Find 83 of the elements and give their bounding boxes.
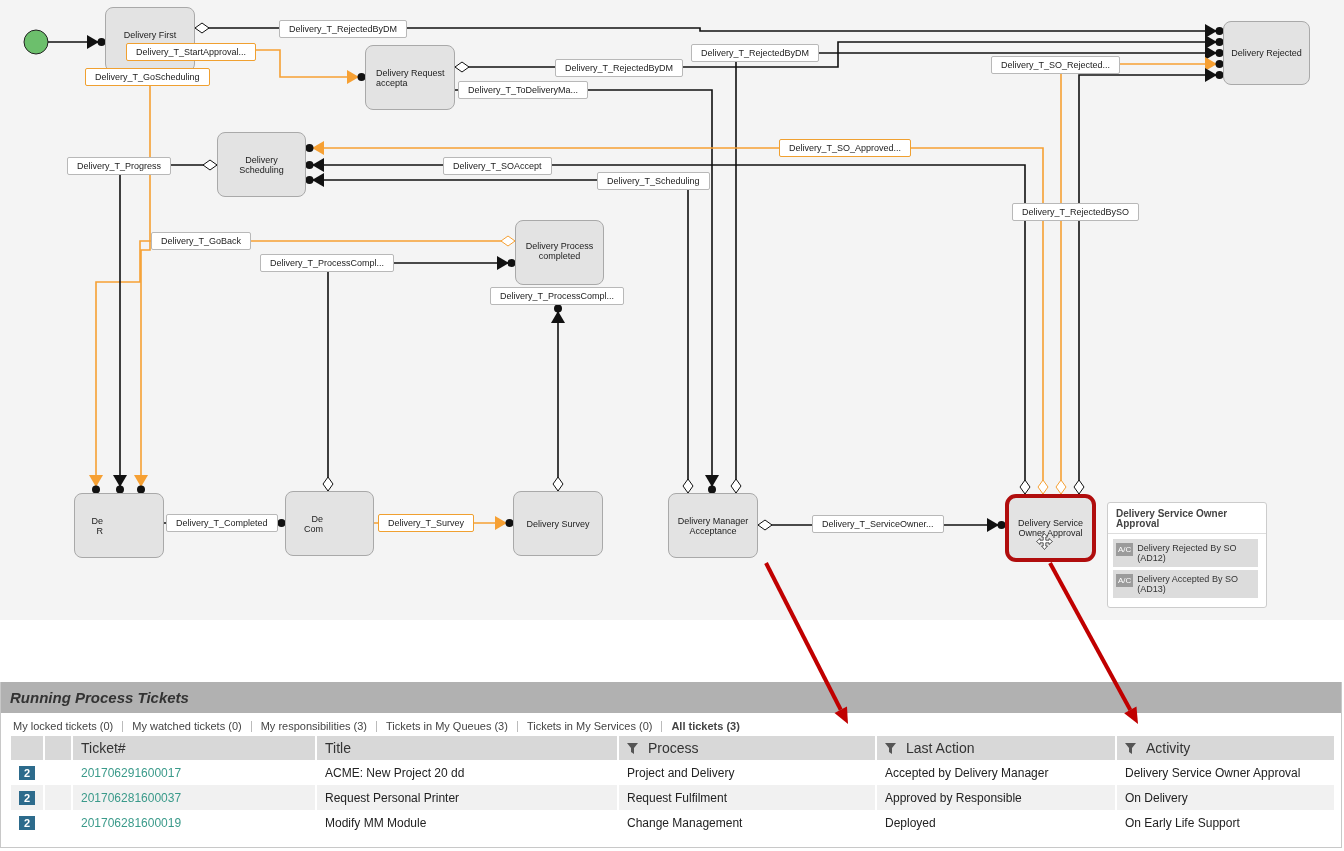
- transition-label[interactable]: Delivery_T_Scheduling: [597, 172, 710, 190]
- table-cell: Change Management: [627, 815, 743, 830]
- transition-label[interactable]: Delivery_T_StartApproval...: [126, 43, 257, 61]
- panel-title: Running Process Tickets: [10, 689, 189, 706]
- activity-dialog-item[interactable]: A/C Delivery Accepted By SO (AD13): [1113, 570, 1258, 598]
- node-label: De Com: [304, 513, 323, 534]
- transition-label[interactable]: Delivery_T_ProcessCompl...: [260, 254, 395, 272]
- transition-label[interactable]: Delivery_T_SO_Rejected...: [991, 56, 1121, 74]
- column-title: Title: [325, 740, 351, 756]
- connector-arrow: [47, 35, 106, 49]
- activity-dialog-item[interactable]: A/C Delivery Rejected By SO (AD12): [1113, 539, 1258, 567]
- popup-title: Delivery Service Owner Approval: [1108, 503, 1266, 534]
- column-title: Process: [648, 740, 699, 756]
- activity-node[interactable]: Delivery Manager Acceptance: [668, 493, 758, 558]
- transition-label[interactable]: Delivery_T_ToDeliveryMa...: [458, 81, 589, 99]
- activity-node[interactable]: De Com: [285, 491, 374, 556]
- node-label: Delivery First: [123, 30, 177, 40]
- column-header[interactable]: Process: [619, 736, 875, 760]
- filter-link[interactable]: Tickets in My Queues (3): [376, 721, 517, 732]
- node-label: Delivery Manager Acceptance: [677, 515, 749, 536]
- filter-link[interactable]: My locked tickets (0): [13, 721, 123, 732]
- node-label: Delivery Rejected: [1231, 48, 1302, 58]
- column-title: Ticket#: [81, 740, 126, 756]
- filter-link[interactable]: All tickets (3): [661, 721, 749, 732]
- filter-icon[interactable]: [627, 742, 638, 754]
- table-cell: On Early Life Support: [1125, 815, 1240, 830]
- table-cell: Deployed: [885, 815, 936, 830]
- transition-label[interactable]: Delivery_T_Progress: [67, 157, 172, 175]
- transition-label[interactable]: Delivery_T_GoScheduling: [85, 68, 210, 86]
- transition-label[interactable]: Delivery_T_Completed: [166, 514, 278, 532]
- table-cell: Modify MM Module: [325, 815, 427, 830]
- priority-badge: 2: [19, 815, 36, 830]
- filter-link[interactable]: Tickets in My Services (0): [516, 721, 662, 732]
- transition-label[interactable]: Delivery_T_RejectedByDM: [691, 44, 820, 62]
- table-cell: Request Personal Printer: [325, 790, 460, 805]
- node-label: Delivery Service Owner Approval: [1018, 518, 1083, 538]
- table-cell: Request Fulfilment: [627, 790, 728, 805]
- transition-label[interactable]: Delivery_T_RejectedByDM: [555, 59, 684, 77]
- ticket-link[interactable]: 201706291600017: [81, 765, 182, 780]
- table-cell: ACME: New Project 20 dd: [325, 765, 465, 780]
- transition-label[interactable]: Delivery_T_GoBack: [151, 232, 252, 250]
- column-header[interactable]: Title: [317, 736, 617, 760]
- table-cell: Delivery Service Owner Approval: [1125, 765, 1301, 780]
- filter-link[interactable]: My responsibilities (3): [250, 721, 377, 732]
- column-header[interactable]: Last Action: [877, 736, 1115, 760]
- priority-badge: 2: [19, 790, 36, 805]
- column-header[interactable]: Ticket#: [73, 736, 315, 760]
- column-title: Activity: [1146, 740, 1191, 756]
- transition-label[interactable]: Delivery_T_ServiceOwner...: [812, 515, 944, 533]
- column-header[interactable]: Activity: [1117, 736, 1334, 760]
- filter-icon[interactable]: [1125, 742, 1136, 754]
- activity-node[interactable]: Delivery Process completed: [515, 220, 604, 285]
- transition-label[interactable]: Delivery_T_RejectedBySO: [1012, 203, 1140, 221]
- ticket-link[interactable]: 201706281600019: [81, 815, 182, 830]
- dialog-type-badge: A/C: [1116, 543, 1134, 556]
- table-cell: Project and Delivery: [627, 765, 735, 780]
- node-label: Delivery Request accepta: [376, 68, 445, 88]
- activity-node[interactable]: Delivery Request accepta: [365, 45, 455, 110]
- activity-node[interactable]: Delivery Survey: [513, 491, 603, 556]
- start-event-icon: [23, 29, 49, 55]
- transition-label[interactable]: Delivery_T_ProcessCompl...: [490, 287, 625, 305]
- filter-icon[interactable]: [885, 742, 896, 754]
- activity-node[interactable]: Delivery Rejected: [1223, 21, 1310, 85]
- transition-label[interactable]: Delivery_T_Survey: [378, 514, 475, 532]
- transition-label[interactable]: Delivery_T_SOAccept: [443, 157, 552, 175]
- node-label: Delivery Process completed: [525, 241, 594, 261]
- priority-badge: 2: [19, 765, 36, 780]
- column-title: Last Action: [906, 740, 975, 756]
- node-label: Delivery Survey: [526, 518, 590, 529]
- table-cell: On Delivery: [1125, 790, 1188, 805]
- transition-label[interactable]: Delivery_T_RejectedByDM: [279, 20, 408, 38]
- dialog-type-badge: A/C: [1116, 574, 1134, 587]
- filter-link[interactable]: My watched tickets (0): [122, 721, 251, 732]
- activity-node[interactable]: Delivery Service Owner Approval: [1005, 494, 1096, 562]
- node-label: De R: [91, 515, 103, 536]
- dialog-name: Delivery Accepted By SO (AD13): [1137, 574, 1239, 594]
- dialog-name: Delivery Rejected By SO (AD12): [1137, 543, 1238, 563]
- activity-node[interactable]: Delivery Scheduling: [217, 132, 306, 197]
- activity-node[interactable]: De R: [74, 493, 164, 558]
- table-cell: Accepted by Delivery Manager: [885, 765, 1049, 780]
- node-label: Delivery Scheduling: [239, 154, 284, 175]
- table-cell: Approved by Responsible: [885, 790, 1022, 805]
- transition-label[interactable]: Delivery_T_SO_Approved...: [779, 139, 912, 157]
